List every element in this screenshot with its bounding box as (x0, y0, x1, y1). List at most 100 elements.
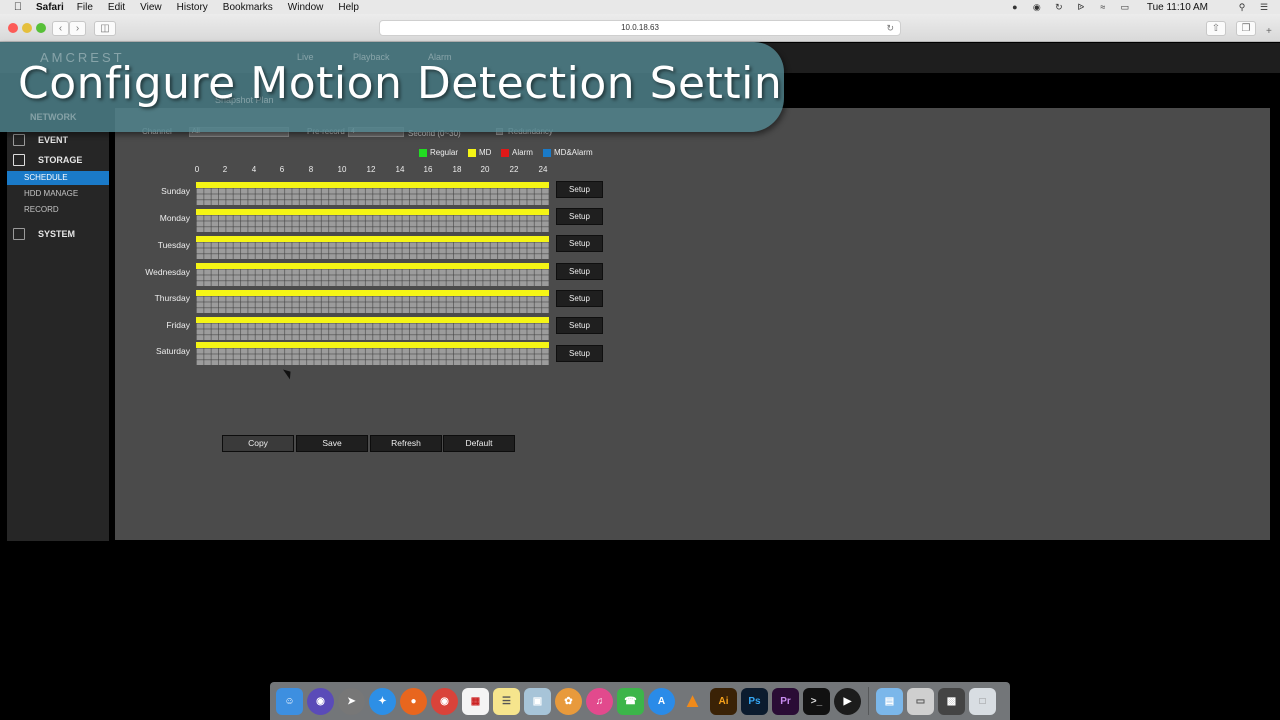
md-period-bar[interactable] (196, 209, 549, 215)
macos-dock: ☺ ◉ ➤ ✦ ● ◉ ▦ ☰ ▣ ✿ ♫ ☎ A ▲ Ai Ps Pr >_ … (270, 682, 1010, 720)
calendar-icon[interactable]: ▦ (462, 687, 489, 715)
spotlight-search-icon[interactable]: ⚲ (1236, 2, 1248, 12)
premiere-icon[interactable]: Pr (772, 687, 799, 715)
finder-icon[interactable]: ☺ (276, 687, 303, 715)
app-store-icon[interactable]: A (648, 687, 675, 715)
photos-icon[interactable]: ✿ (555, 687, 582, 715)
menu-history[interactable]: History (177, 2, 208, 13)
md-period-bar[interactable] (196, 342, 549, 348)
downloads-stack-icon[interactable]: ▭ (907, 687, 934, 715)
notes-icon[interactable]: ☰ (493, 687, 520, 715)
hour-tick: 18 (452, 165, 462, 174)
creative-cloud-icon[interactable]: ● (1009, 2, 1021, 12)
notification-center-icon[interactable]: ☰ (1258, 2, 1270, 12)
legend-regular-label: Regular (430, 148, 459, 157)
menu-window[interactable]: Window (288, 2, 324, 13)
md-period-bar[interactable] (196, 236, 549, 242)
sidebar-item-schedule[interactable]: SCHEDULE (7, 171, 109, 185)
vlc-icon[interactable]: ▲ (679, 688, 706, 715)
safari-icon[interactable]: ✦ (369, 687, 396, 715)
schedule-track-tuesday[interactable] (196, 236, 549, 259)
location-icon[interactable]: ◉ (1031, 2, 1043, 12)
schedule-track-wednesday[interactable] (196, 263, 549, 286)
banner-title: Configure Motion Detection Settings (18, 58, 784, 109)
schedule-track-sunday[interactable] (196, 182, 549, 205)
menu-file[interactable]: File (77, 2, 93, 13)
sidebar-item-storage[interactable]: STORAGE (7, 151, 109, 169)
trash-icon[interactable]: □ (969, 687, 996, 715)
firefox-icon[interactable]: ● (400, 687, 427, 715)
folder-icon[interactable]: ▤ (876, 687, 903, 715)
apple-icon[interactable]:  (0, 1, 36, 13)
save-button[interactable]: Save (296, 435, 368, 452)
tabs-overview-icon[interactable]: ❐ (1236, 21, 1256, 36)
hour-tick: 22 (509, 165, 519, 174)
forward-button[interactable]: › (69, 21, 86, 36)
sidebar-item-label: SYSTEM (38, 229, 76, 239)
legend-md-alarm-swatch (543, 149, 551, 157)
hour-tick: 20 (480, 165, 490, 174)
md-period-bar[interactable] (196, 290, 549, 296)
quicktime-icon[interactable]: ▶ (834, 687, 861, 715)
setup-button-sunday[interactable]: Setup (556, 181, 603, 198)
photoshop-icon[interactable]: Ps (741, 687, 768, 715)
sidebar-item-hdd-manage[interactable]: HDD MANAGE (7, 187, 109, 201)
menu-edit[interactable]: Edit (108, 2, 125, 13)
preview-icon[interactable]: ▣ (524, 687, 551, 715)
back-button[interactable]: ‹ (52, 21, 69, 36)
macos-menubar:  Safari File Edit View History Bookmark… (0, 0, 1280, 14)
display-icon[interactable]: ▭ (1119, 2, 1131, 12)
address-bar[interactable]: 10.0.18.63 ↻ (379, 20, 901, 36)
itunes-icon[interactable]: ♫ (586, 687, 613, 715)
setup-button-thursday[interactable]: Setup (556, 290, 603, 307)
schedule-track-thursday[interactable] (196, 290, 549, 313)
wifi-icon[interactable]: ≈ (1097, 2, 1109, 12)
close-window-button[interactable] (8, 23, 18, 33)
hour-tick: 8 (308, 165, 314, 174)
menu-help[interactable]: Help (338, 2, 359, 13)
schedule-track-saturday[interactable] (196, 342, 549, 365)
setup-button-monday[interactable]: Setup (556, 208, 603, 225)
md-period-bar[interactable] (196, 182, 549, 188)
menu-bookmarks[interactable]: Bookmarks (223, 2, 273, 13)
zoom-window-button[interactable] (36, 23, 46, 33)
share-icon[interactable]: ⇧ (1206, 21, 1226, 36)
storage-icon (13, 154, 25, 166)
setup-button-saturday[interactable]: Setup (556, 345, 603, 362)
reload-icon[interactable]: ↻ (886, 21, 894, 35)
new-tab-icon[interactable]: + (1266, 26, 1272, 37)
sidebar-toggle-icon[interactable]: ◫ (94, 21, 116, 36)
facetime-icon[interactable]: ☎ (617, 687, 644, 715)
refresh-button[interactable]: Refresh (370, 435, 442, 452)
chrome-icon[interactable]: ◉ (431, 687, 458, 715)
legend-regular-swatch (419, 149, 427, 157)
setup-button-tuesday[interactable]: Setup (556, 235, 603, 252)
launchpad-icon[interactable]: ➤ (338, 687, 365, 715)
siri-icon[interactable]: ◉ (307, 687, 334, 715)
day-label-friday: Friday (166, 320, 190, 330)
sidebar-item-event[interactable]: EVENT (7, 131, 109, 149)
minimize-window-button[interactable] (22, 23, 32, 33)
menubar-clock[interactable]: Tue 11:10 AM (1147, 2, 1208, 13)
md-period-bar[interactable] (196, 317, 549, 323)
schedule-track-monday[interactable] (196, 209, 549, 232)
sidebar-item-system[interactable]: SYSTEM (7, 225, 109, 243)
terminal-icon[interactable]: >_ (803, 687, 830, 715)
menu-app-name[interactable]: Safari (36, 2, 64, 13)
copy-button[interactable]: Copy (222, 435, 294, 452)
screen-stack-icon[interactable]: ▩ (938, 687, 965, 715)
illustrator-icon[interactable]: Ai (710, 687, 737, 715)
legend-md-swatch (468, 149, 476, 157)
setup-button-friday[interactable]: Setup (556, 317, 603, 334)
bluetooth-icon[interactable]: ᐉ (1075, 2, 1087, 12)
setup-button-wednesday[interactable]: Setup (556, 263, 603, 280)
schedule-track-friday[interactable] (196, 317, 549, 340)
md-period-bar[interactable] (196, 263, 549, 269)
sidebar-item-record[interactable]: RECORD (7, 203, 109, 217)
time-machine-icon[interactable]: ↻ (1053, 2, 1065, 12)
hour-tick: 2 (222, 165, 228, 174)
menu-view[interactable]: View (140, 2, 162, 13)
default-button[interactable]: Default (443, 435, 515, 452)
title-banner: AMCREST Live Playback Alarm NETWORK Snap… (0, 42, 784, 132)
sidebar-item-network[interactable]: NETWORK (30, 112, 77, 122)
